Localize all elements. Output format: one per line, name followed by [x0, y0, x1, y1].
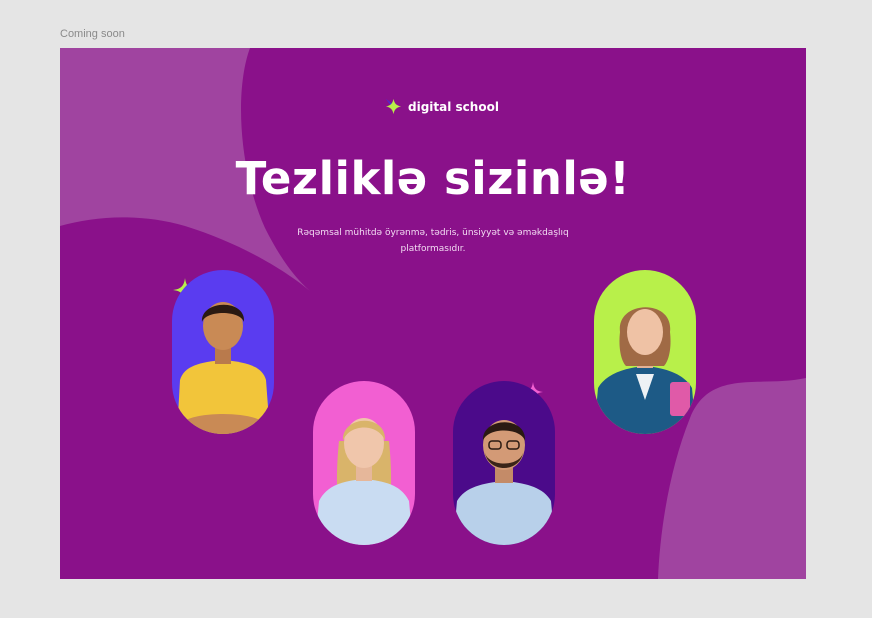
- man-glasses-portrait: [453, 381, 555, 545]
- brand-name: digital school: [408, 99, 499, 114]
- boy-portrait: [172, 270, 274, 434]
- logo-icon: [385, 98, 402, 115]
- coming-soon-page: digital school Tezliklə sizinlə! Rəqəmsa…: [60, 48, 806, 579]
- frame-label: Coming soon: [60, 28, 125, 40]
- brand-logo[interactable]: digital school: [384, 97, 499, 116]
- page-subtitle: Rəqəmsal mühitdə öyrənmə, tədris, ünsiyy…: [297, 228, 569, 254]
- young-woman-portrait: [313, 381, 415, 545]
- older-woman-portrait: [594, 270, 696, 434]
- page-title: Tezliklə sizinlə!: [235, 152, 631, 205]
